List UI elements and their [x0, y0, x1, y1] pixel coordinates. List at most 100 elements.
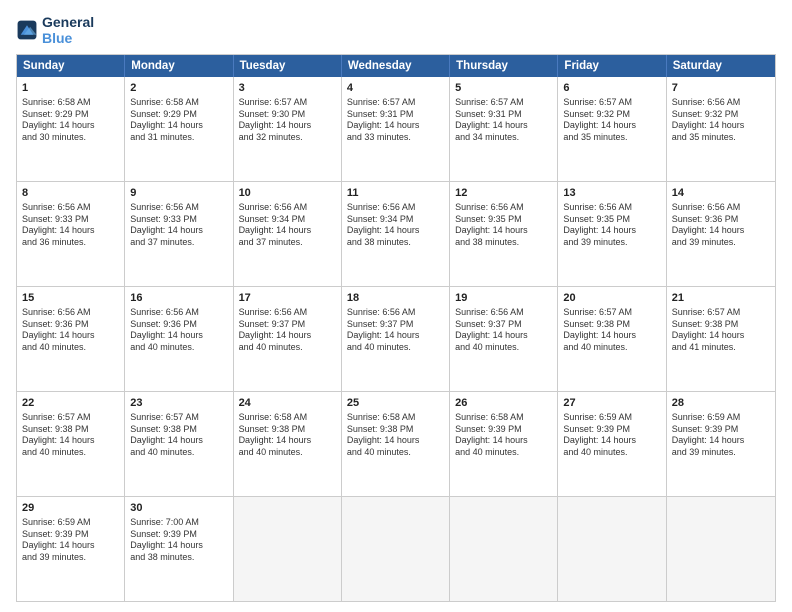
calendar-cell-day-9: 9Sunrise: 6:56 AM Sunset: 9:33 PM Daylig…	[125, 182, 233, 286]
day-details: Sunrise: 6:56 AM Sunset: 9:37 PM Dayligh…	[347, 307, 444, 354]
calendar-page: General Blue SundayMondayTuesdayWednesda…	[0, 0, 792, 612]
day-number: 24	[239, 396, 336, 411]
day-details: Sunrise: 6:58 AM Sunset: 9:38 PM Dayligh…	[347, 412, 444, 459]
calendar-cell-day-6: 6Sunrise: 6:57 AM Sunset: 9:32 PM Daylig…	[558, 77, 666, 181]
calendar-cell-day-23: 23Sunrise: 6:57 AM Sunset: 9:38 PM Dayli…	[125, 392, 233, 496]
calendar-cell-empty	[558, 497, 666, 601]
day-details: Sunrise: 6:58 AM Sunset: 9:29 PM Dayligh…	[130, 97, 227, 144]
calendar-cell-day-16: 16Sunrise: 6:56 AM Sunset: 9:36 PM Dayli…	[125, 287, 233, 391]
calendar-row-3: 15Sunrise: 6:56 AM Sunset: 9:36 PM Dayli…	[17, 287, 775, 392]
day-number: 4	[347, 81, 444, 96]
calendar-cell-day-13: 13Sunrise: 6:56 AM Sunset: 9:35 PM Dayli…	[558, 182, 666, 286]
calendar-cell-empty	[234, 497, 342, 601]
calendar-cell-empty	[667, 497, 775, 601]
header-day-saturday: Saturday	[667, 55, 775, 77]
calendar-cell-day-18: 18Sunrise: 6:56 AM Sunset: 9:37 PM Dayli…	[342, 287, 450, 391]
day-details: Sunrise: 6:58 AM Sunset: 9:38 PM Dayligh…	[239, 412, 336, 459]
calendar-cell-day-15: 15Sunrise: 6:56 AM Sunset: 9:36 PM Dayli…	[17, 287, 125, 391]
day-number: 29	[22, 501, 119, 516]
calendar-cell-empty	[450, 497, 558, 601]
day-number: 26	[455, 396, 552, 411]
calendar-cell-day-22: 22Sunrise: 6:57 AM Sunset: 9:38 PM Dayli…	[17, 392, 125, 496]
day-number: 22	[22, 396, 119, 411]
calendar-cell-day-2: 2Sunrise: 6:58 AM Sunset: 9:29 PM Daylig…	[125, 77, 233, 181]
day-number: 6	[563, 81, 660, 96]
header-day-tuesday: Tuesday	[234, 55, 342, 77]
day-details: Sunrise: 6:56 AM Sunset: 9:36 PM Dayligh…	[130, 307, 227, 354]
header-day-friday: Friday	[558, 55, 666, 77]
day-number: 19	[455, 291, 552, 306]
day-details: Sunrise: 6:57 AM Sunset: 9:38 PM Dayligh…	[130, 412, 227, 459]
day-details: Sunrise: 6:56 AM Sunset: 9:36 PM Dayligh…	[672, 202, 770, 249]
calendar-cell-day-3: 3Sunrise: 6:57 AM Sunset: 9:30 PM Daylig…	[234, 77, 342, 181]
calendar-cell-day-14: 14Sunrise: 6:56 AM Sunset: 9:36 PM Dayli…	[667, 182, 775, 286]
calendar-cell-day-5: 5Sunrise: 6:57 AM Sunset: 9:31 PM Daylig…	[450, 77, 558, 181]
calendar-cell-day-24: 24Sunrise: 6:58 AM Sunset: 9:38 PM Dayli…	[234, 392, 342, 496]
day-number: 7	[672, 81, 770, 96]
logo: General Blue	[16, 14, 94, 46]
day-details: Sunrise: 6:56 AM Sunset: 9:35 PM Dayligh…	[563, 202, 660, 249]
calendar-cell-day-20: 20Sunrise: 6:57 AM Sunset: 9:38 PM Dayli…	[558, 287, 666, 391]
calendar-body: 1Sunrise: 6:58 AM Sunset: 9:29 PM Daylig…	[17, 77, 775, 601]
day-details: Sunrise: 6:56 AM Sunset: 9:36 PM Dayligh…	[22, 307, 119, 354]
day-details: Sunrise: 6:59 AM Sunset: 9:39 PM Dayligh…	[22, 517, 119, 564]
day-number: 27	[563, 396, 660, 411]
day-number: 28	[672, 396, 770, 411]
day-number: 3	[239, 81, 336, 96]
day-details: Sunrise: 6:59 AM Sunset: 9:39 PM Dayligh…	[563, 412, 660, 459]
calendar-header: SundayMondayTuesdayWednesdayThursdayFrid…	[17, 55, 775, 77]
day-details: Sunrise: 6:56 AM Sunset: 9:35 PM Dayligh…	[455, 202, 552, 249]
day-number: 13	[563, 186, 660, 201]
calendar-cell-day-10: 10Sunrise: 6:56 AM Sunset: 9:34 PM Dayli…	[234, 182, 342, 286]
calendar-cell-day-19: 19Sunrise: 6:56 AM Sunset: 9:37 PM Dayli…	[450, 287, 558, 391]
calendar-cell-day-25: 25Sunrise: 6:58 AM Sunset: 9:38 PM Dayli…	[342, 392, 450, 496]
calendar-cell-day-30: 30Sunrise: 7:00 AM Sunset: 9:39 PM Dayli…	[125, 497, 233, 601]
calendar-cell-day-29: 29Sunrise: 6:59 AM Sunset: 9:39 PM Dayli…	[17, 497, 125, 601]
logo-icon	[16, 19, 38, 41]
day-number: 5	[455, 81, 552, 96]
day-details: Sunrise: 6:57 AM Sunset: 9:30 PM Dayligh…	[239, 97, 336, 144]
calendar-row-4: 22Sunrise: 6:57 AM Sunset: 9:38 PM Dayli…	[17, 392, 775, 497]
day-number: 1	[22, 81, 119, 96]
logo-text: General Blue	[42, 14, 94, 46]
header: General Blue	[16, 14, 776, 46]
day-details: Sunrise: 7:00 AM Sunset: 9:39 PM Dayligh…	[130, 517, 227, 564]
day-number: 15	[22, 291, 119, 306]
day-details: Sunrise: 6:58 AM Sunset: 9:29 PM Dayligh…	[22, 97, 119, 144]
day-number: 23	[130, 396, 227, 411]
day-number: 12	[455, 186, 552, 201]
day-details: Sunrise: 6:56 AM Sunset: 9:37 PM Dayligh…	[239, 307, 336, 354]
day-number: 14	[672, 186, 770, 201]
calendar-cell-day-28: 28Sunrise: 6:59 AM Sunset: 9:39 PM Dayli…	[667, 392, 775, 496]
calendar-cell-day-12: 12Sunrise: 6:56 AM Sunset: 9:35 PM Dayli…	[450, 182, 558, 286]
day-details: Sunrise: 6:57 AM Sunset: 9:38 PM Dayligh…	[563, 307, 660, 354]
day-number: 9	[130, 186, 227, 201]
calendar-cell-day-11: 11Sunrise: 6:56 AM Sunset: 9:34 PM Dayli…	[342, 182, 450, 286]
day-details: Sunrise: 6:56 AM Sunset: 9:37 PM Dayligh…	[455, 307, 552, 354]
calendar-cell-day-21: 21Sunrise: 6:57 AM Sunset: 9:38 PM Dayli…	[667, 287, 775, 391]
header-day-monday: Monday	[125, 55, 233, 77]
day-number: 25	[347, 396, 444, 411]
day-details: Sunrise: 6:56 AM Sunset: 9:34 PM Dayligh…	[347, 202, 444, 249]
calendar: SundayMondayTuesdayWednesdayThursdayFrid…	[16, 54, 776, 602]
day-number: 10	[239, 186, 336, 201]
day-details: Sunrise: 6:58 AM Sunset: 9:39 PM Dayligh…	[455, 412, 552, 459]
header-day-wednesday: Wednesday	[342, 55, 450, 77]
day-details: Sunrise: 6:59 AM Sunset: 9:39 PM Dayligh…	[672, 412, 770, 459]
header-day-thursday: Thursday	[450, 55, 558, 77]
calendar-cell-empty	[342, 497, 450, 601]
day-number: 8	[22, 186, 119, 201]
calendar-row-1: 1Sunrise: 6:58 AM Sunset: 9:29 PM Daylig…	[17, 77, 775, 182]
day-details: Sunrise: 6:56 AM Sunset: 9:33 PM Dayligh…	[130, 202, 227, 249]
day-details: Sunrise: 6:56 AM Sunset: 9:34 PM Dayligh…	[239, 202, 336, 249]
calendar-row-2: 8 Sunrise: 6:56 AM Sunset: 9:33 PM Daylig…	[17, 182, 775, 287]
day-number: 21	[672, 291, 770, 306]
header-day-sunday: Sunday	[17, 55, 125, 77]
day-details: Sunrise: 6:56 AM Sunset: 9:32 PM Dayligh…	[672, 97, 770, 144]
day-details: Sunrise: 6:57 AM Sunset: 9:38 PM Dayligh…	[22, 412, 119, 459]
day-number: 16	[130, 291, 227, 306]
day-number: 30	[130, 501, 227, 516]
day-details: Sunrise: 6:57 AM Sunset: 9:31 PM Dayligh…	[347, 97, 444, 144]
day-number: 2	[130, 81, 227, 96]
calendar-cell-day-7: 7Sunrise: 6:56 AM Sunset: 9:32 PM Daylig…	[667, 77, 775, 181]
